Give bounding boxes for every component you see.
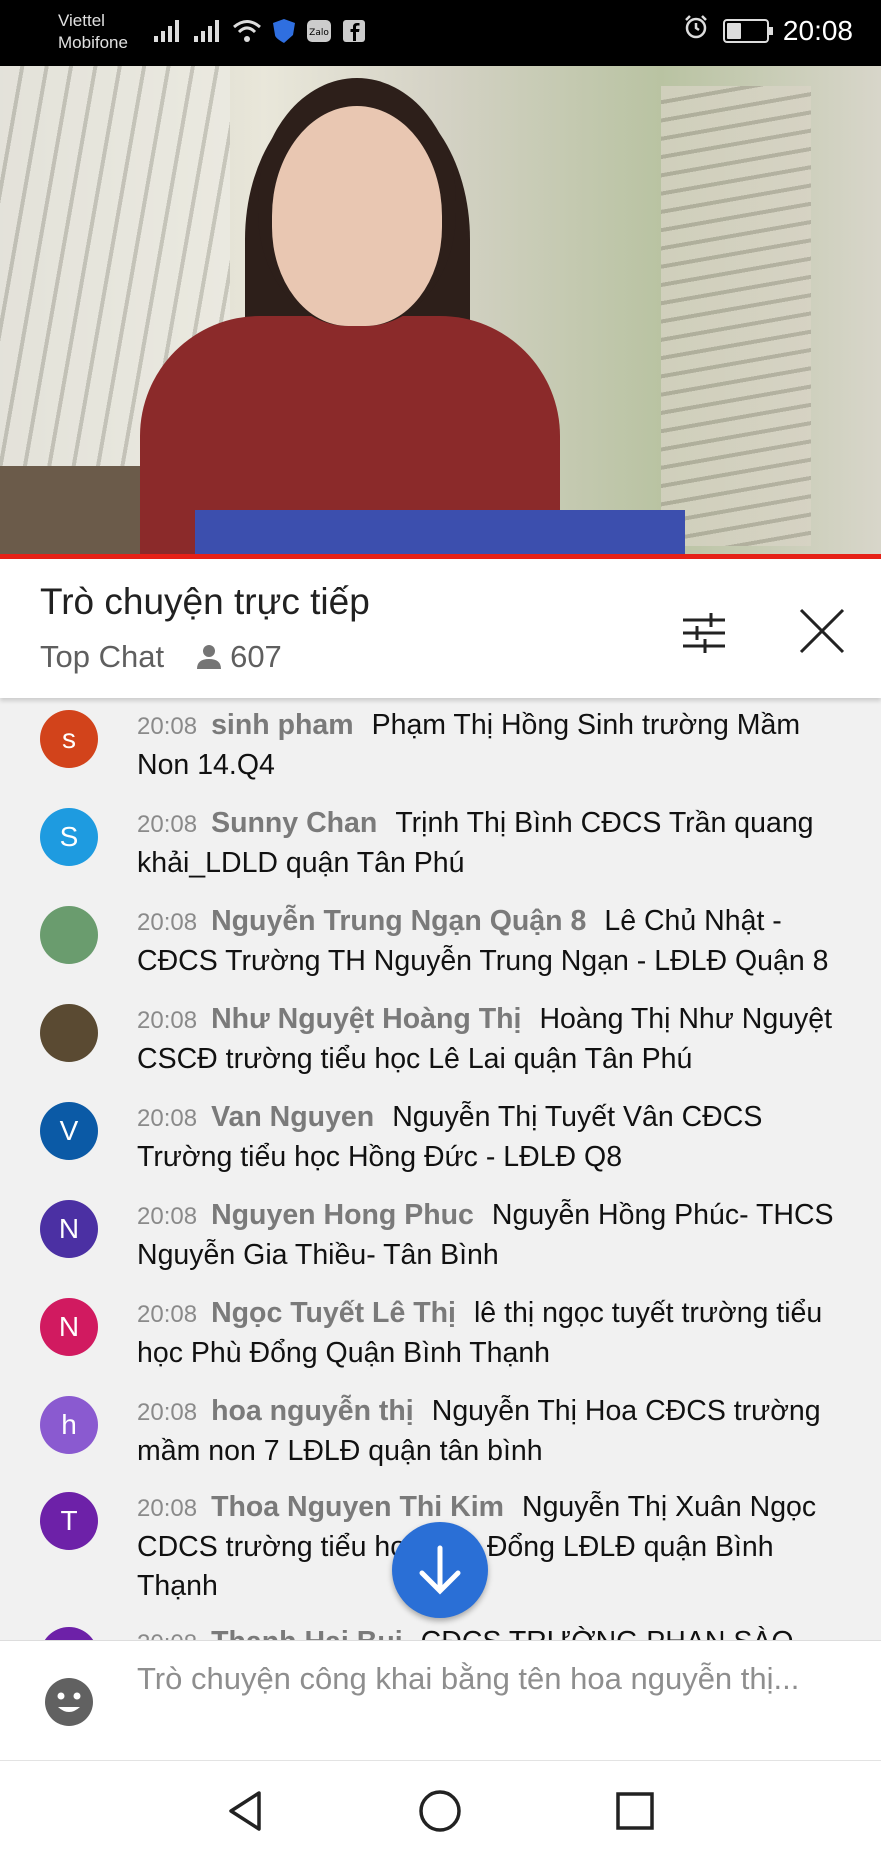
chat-mode-selector[interactable]: Top Chat: [40, 639, 164, 675]
sliders-icon: [683, 613, 725, 653]
emoji-icon: [45, 1678, 93, 1726]
shield-icon: [272, 18, 296, 49]
nav-recents-button[interactable]: [607, 1783, 663, 1839]
message-author[interactable]: hoa nguyễn thị: [211, 1395, 414, 1427]
chat-header: Trò chuyện trực tiếp Top Chat 607: [0, 559, 881, 698]
wifi-icon: [232, 18, 262, 49]
avatar[interactable]: [40, 1004, 98, 1062]
battery-icon: [722, 18, 773, 43]
message-author[interactable]: Van Nguyen: [211, 1101, 374, 1133]
chat-message-body: 20:08 Như Nguyệt Hoàng Thị Hoàng Thị Như N…: [137, 1000, 847, 1079]
viewer-count: 607: [196, 639, 282, 675]
video-chair: [0, 466, 150, 556]
zalo-icon: Zalo: [306, 19, 332, 48]
avatar[interactable]: V: [40, 1102, 98, 1160]
person-icon: [197, 645, 222, 669]
avatar[interactable]: N: [40, 1298, 98, 1356]
chat-message-body: 20:08 Nguyen Hong Phuc Nguyễn Hồng Phúc- T…: [137, 1196, 847, 1275]
message-timestamp: 20:08: [137, 1105, 198, 1132]
message-text: CĐCS TRƯỜNG PHAN SÀO: [421, 1626, 794, 1640]
status-time: 20:08: [782, 14, 853, 46]
avatar[interactable]: [40, 906, 98, 964]
chat-message-list[interactable]: s 20:08 sinh pham Phạm Thị Hồng Sinh trường…: [0, 698, 881, 1640]
chat-message-body: 20:08 Thanh Hai Bui CĐCS TRƯỜNG PHAN SÀO: [137, 1623, 847, 1640]
nav-back-button[interactable]: [217, 1783, 273, 1839]
message-author[interactable]: Thanh Hai Bui: [211, 1626, 403, 1640]
avatar[interactable]: T: [40, 1492, 98, 1550]
emoji-button[interactable]: [44, 1677, 94, 1727]
chat-message-body: 20:08 sinh pham Phạm Thị Hồng Sinh trường …: [137, 706, 847, 785]
message-author[interactable]: Ngọc Tuyết Lê Thị: [211, 1297, 456, 1329]
carrier-info: Viettel Mobifone: [58, 10, 128, 54]
avatar[interactable]: h: [40, 1396, 98, 1454]
chat-input-bar: Trò chuyện công khai bằng tên hoa nguyễn…: [0, 1640, 881, 1761]
message-timestamp: 20:08: [137, 713, 198, 740]
back-icon: [229, 1791, 261, 1831]
message-timestamp: 20:08: [137, 1630, 197, 1640]
arrow-down-icon: [419, 1545, 461, 1595]
close-chat-button[interactable]: [792, 601, 852, 661]
message-author[interactable]: Thoa Nguyen Thi Kim: [211, 1491, 504, 1523]
signal-icon: [192, 18, 222, 49]
chat-filter-button[interactable]: [675, 603, 735, 663]
chat-input[interactable]: Trò chuyện công khai bằng tên hoa nguyễn…: [137, 1659, 837, 1699]
video-player[interactable]: [0, 66, 881, 556]
close-icon: [799, 608, 845, 654]
message-timestamp: 20:08: [137, 811, 198, 838]
video-decor-backdrop: [661, 86, 811, 546]
message-author[interactable]: Sunny Chan: [211, 807, 377, 839]
svg-text:Zalo: Zalo: [309, 28, 329, 38]
message-author[interactable]: sinh pham: [211, 709, 354, 741]
nav-home-button[interactable]: [412, 1783, 468, 1839]
home-icon: [419, 1790, 461, 1832]
chat-message-body: 20:08 Ngọc Tuyết Lê Thị lê thị ngọc tuyết …: [137, 1294, 847, 1373]
carrier-2: Mobifone: [58, 33, 128, 52]
viewer-count-value: 607: [230, 639, 282, 674]
chat-message-body: 20:08 Van Nguyen Nguyễn Thị Tuyết Vân CĐCS…: [137, 1098, 847, 1177]
avatar[interactable]: S: [40, 808, 98, 866]
message-author[interactable]: Như Nguyệt Hoàng Thị: [211, 1003, 521, 1035]
message-timestamp: 20:08: [137, 1007, 198, 1034]
message-author[interactable]: Nguyễn Trung Ngạn Quận 8: [211, 905, 586, 937]
system-nav-bar: [0, 1760, 881, 1860]
avatar[interactable]: [40, 1627, 98, 1640]
chat-message-body: 20:08 Sunny Chan Trịnh Thị Bình CĐCS Trần …: [137, 804, 847, 883]
status-right: 20:08: [683, 14, 853, 47]
message-author[interactable]: Nguyen Hong Phuc: [211, 1199, 474, 1231]
video-presenter-face: [272, 106, 442, 326]
scroll-to-bottom-button[interactable]: [392, 1522, 488, 1618]
chat-mode-row: Top Chat 607: [40, 639, 282, 675]
message-timestamp: 20:08: [137, 1399, 198, 1426]
avatar[interactable]: s: [40, 710, 98, 768]
alarm-icon: [683, 14, 709, 47]
message-timestamp: 20:08: [137, 1301, 198, 1328]
recents-icon: [616, 1792, 654, 1830]
message-timestamp: 20:08: [137, 909, 198, 936]
signal-icon: [152, 18, 182, 49]
status-icons: Zalo: [152, 18, 366, 49]
carrier-1: Viettel: [58, 11, 105, 30]
chat-message-body: 20:08 Thoa Nguyen Thi Kim Nguyễn Thị Xuân …: [137, 1488, 847, 1606]
chat-title: Trò chuyện trực tiếp: [40, 581, 370, 622]
video-desk-panel: [195, 510, 685, 556]
chat-message-body: 20:08 hoa nguyễn thị Nguyễn Thị Hoa CĐCS t…: [137, 1392, 847, 1471]
status-bar: Viettel Mobifone Zalo 20:08: [0, 0, 881, 66]
facebook-icon: [342, 19, 366, 48]
message-timestamp: 20:08: [137, 1203, 198, 1230]
message-timestamp: 20:08: [137, 1495, 198, 1522]
avatar[interactable]: N: [40, 1200, 98, 1258]
chat-message-body: 20:08 Nguyễn Trung Ngạn Quận 8 Lê Chủ Nhật…: [137, 902, 847, 981]
